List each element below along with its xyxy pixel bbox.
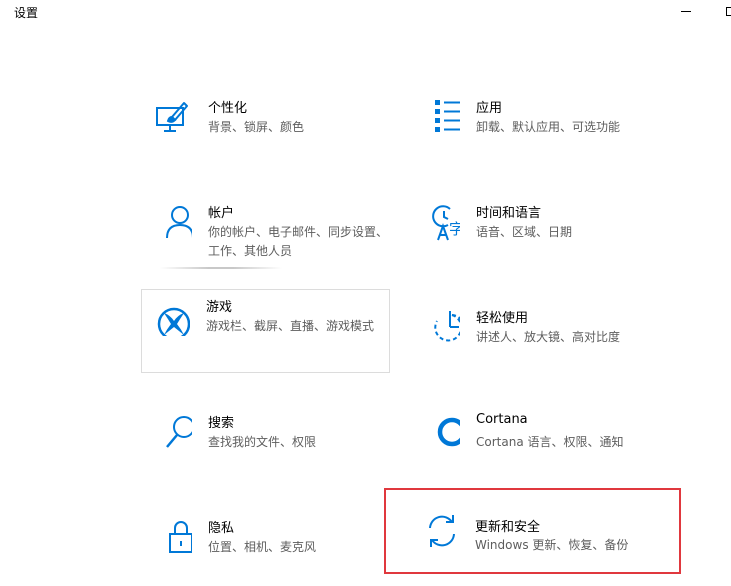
svg-text:字: 字: [449, 220, 460, 238]
tile-description: 位置、相机、麦克风: [208, 540, 317, 554]
tile-apps[interactable]: 应用 卸载、默认应用、可选功能: [411, 90, 659, 172]
tile-title: 更新和安全: [475, 520, 541, 535]
time-language-icon: 字: [422, 202, 460, 242]
tile-description: 卸载、默认应用、可选功能: [476, 120, 621, 134]
tile-update-security[interactable]: 更新和安全 Windows 更新、恢复、备份: [384, 488, 681, 574]
tile-description: 游戏栏、截屏、直播、游戏模式: [206, 319, 375, 333]
tile-title: 帐户: [208, 206, 235, 221]
tile-title: 轻松使用: [476, 311, 529, 326]
tile-cortana[interactable]: Cortana Cortana 语言、权限、通知: [411, 405, 659, 487]
tile-title: 搜索: [208, 416, 235, 431]
tile-title: 个性化: [208, 101, 248, 116]
tile-title: 游戏: [206, 300, 233, 315]
tile-title: 时间和语言: [476, 206, 542, 221]
tile-ease-of-access[interactable]: 轻松使用 讲述人、放大镜、高对比度: [411, 300, 659, 382]
search-icon: [154, 412, 192, 452]
tile-description: 查找我的文件、权限: [208, 435, 317, 449]
tile-personalization[interactable]: 个性化 背景、锁屏、颜色: [143, 90, 391, 172]
minimize-button[interactable]: [675, 2, 697, 20]
cortana-icon: [422, 412, 460, 452]
settings-window: 设置 个性化 背景、锁屏、颜色 应用 卸载、默认应用、可选功能 帐户 你的帐户、…: [0, 0, 731, 586]
person-icon: [154, 202, 192, 242]
sync-icon: [422, 510, 460, 550]
divider: [160, 267, 282, 269]
lock-icon: [154, 517, 192, 557]
tile-description: 讲述人、放大镜、高对比度: [476, 330, 621, 344]
tile-description: Windows 更新、恢复、备份: [475, 538, 629, 552]
tile-description: 你的帐户、电子邮件、同步设置、工作、其他人员: [208, 225, 389, 258]
tile-search[interactable]: 搜索 查找我的文件、权限: [143, 405, 391, 487]
apps-icon: [422, 97, 460, 137]
tile-time-language[interactable]: 字 时间和语言 语音、区域、日期: [411, 195, 659, 277]
maximize-button[interactable]: [719, 2, 731, 20]
tile-description: 背景、锁屏、颜色: [208, 120, 305, 134]
window-title: 设置: [14, 6, 39, 20]
tile-privacy[interactable]: 隐私 位置、相机、麦克风: [143, 510, 391, 586]
ease-of-access-icon: [422, 307, 460, 347]
tile-title: 隐私: [208, 521, 235, 536]
tile-description: Cortana 语言、权限、通知: [476, 435, 624, 449]
tile-title: 应用: [476, 101, 503, 116]
tile-title: Cortana: [476, 412, 528, 427]
tile-accounts[interactable]: 帐户 你的帐户、电子邮件、同步设置、工作、其他人员: [143, 195, 391, 277]
xbox-icon: [152, 296, 190, 336]
tile-description: 语音、区域、日期: [476, 225, 573, 239]
tile-gaming[interactable]: 游戏 游戏栏、截屏、直播、游戏模式: [141, 289, 390, 373]
personalization-icon: [154, 97, 192, 137]
